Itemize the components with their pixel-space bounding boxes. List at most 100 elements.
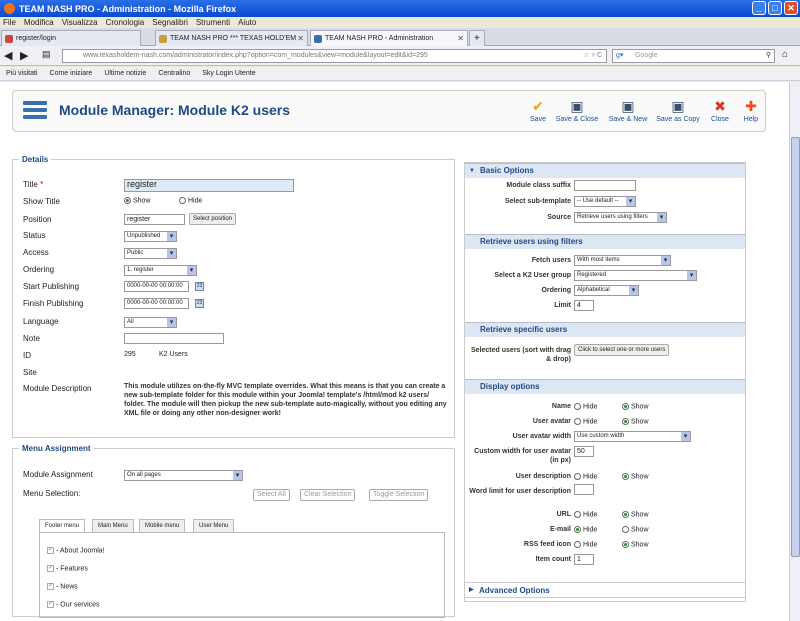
name-show-radio[interactable]: Show (622, 403, 649, 410)
menu-visualizza[interactable]: Visualizza (62, 18, 98, 27)
menu-aiuto[interactable]: Aiuto (238, 18, 256, 27)
rss-hide-radio[interactable]: Hide (574, 541, 597, 548)
scrollbar-thumb[interactable] (791, 137, 800, 557)
bookmark-sky-login[interactable]: Sky Login Utente (202, 70, 255, 77)
status-select[interactable]: Unpublished (124, 231, 177, 242)
bookmark-ultime-notizie[interactable]: Ultime notizie (104, 70, 146, 77)
new-tab-button[interactable]: + (469, 30, 485, 46)
save-close-button[interactable]: ▣ Save & Close (552, 95, 602, 123)
tab-administration[interactable]: TEAM NASH PRO - Administration ✕ (310, 30, 468, 46)
description-hide-radio[interactable]: Hide (574, 473, 597, 480)
clear-selection-button[interactable]: Clear Selection (300, 489, 356, 501)
position-input[interactable]: register (124, 214, 185, 225)
tab-footer-menu[interactable]: Footer menu (39, 519, 86, 533)
vertical-scrollbar[interactable] (789, 82, 800, 621)
toggle-selection-button[interactable]: Toggle Selection (369, 489, 429, 501)
advanced-options-header[interactable]: ▶ Advanced Options (464, 582, 746, 598)
select-all-button[interactable]: Select All (253, 489, 290, 501)
custom-width-input[interactable]: 50 (574, 446, 594, 457)
menu-cronologia[interactable]: Cronologia (106, 18, 145, 27)
minimize-button[interactable]: _ (752, 1, 766, 15)
menu-modifica[interactable]: Modifica (24, 18, 54, 27)
url-show-radio[interactable]: Show (622, 511, 649, 518)
bookmark-star-icon[interactable]: ☆ ▿ C (583, 50, 602, 62)
bookmark-centralino[interactable]: Centralino (158, 70, 190, 77)
avatar-width-select[interactable]: Use custom width (574, 431, 691, 442)
lifebuoy-icon: ✚ (745, 98, 757, 114)
home-icon[interactable]: ⌂ (782, 49, 788, 60)
forward-icon[interactable]: ▶ (20, 49, 28, 62)
select-users-button[interactable]: Click to select one or more users (574, 344, 670, 356)
menu-item-news[interactable]: ✓ - News (47, 583, 78, 590)
firefox-icon (4, 3, 15, 14)
rss-show-radio[interactable]: Show (622, 541, 649, 548)
disk-copy-icon: ▣ (671, 98, 685, 114)
tab-mobile-menu[interactable]: Mobile menu (139, 519, 186, 533)
save-close-label: Save & Close (555, 116, 599, 123)
select-position-button[interactable]: Select position (189, 213, 237, 225)
subtemplate-select[interactable]: -- Use default -- (574, 196, 636, 207)
finish-publishing-input[interactable]: 0000-00-00 00:00:00 (124, 298, 189, 309)
options-panel: ▼ Basic Options Module class suffix Selec… (464, 162, 746, 602)
close-window-button[interactable]: ✕ (784, 1, 798, 15)
word-limit-input[interactable] (574, 484, 594, 495)
limit-input[interactable]: 4 (574, 300, 594, 311)
show-title-show-radio[interactable]: Show (124, 197, 151, 204)
access-select[interactable]: Public (124, 248, 177, 259)
menu-segnalibri[interactable]: Segnalibri (152, 18, 188, 27)
start-publishing-input[interactable]: 0000-00-00 00:00:00 (124, 281, 189, 292)
menu-file[interactable]: File (3, 18, 16, 27)
name-hide-radio[interactable]: Hide (574, 403, 597, 410)
collapse-icon: ▼ (469, 168, 475, 174)
url-hide-radio[interactable]: Hide (574, 511, 597, 518)
tab-main-menu[interactable]: Main Menu (92, 519, 134, 533)
save-new-button[interactable]: ▣ Save & New (603, 95, 653, 123)
menu-strumenti[interactable]: Strumenti (196, 18, 230, 27)
help-label: Help (743, 116, 759, 123)
search-icon[interactable]: ⚲ (766, 50, 771, 62)
menu-item-features[interactable]: ✓ - Features (47, 565, 88, 572)
item-count-input[interactable]: 1 (574, 554, 594, 565)
calendar-icon[interactable]: 23 (195, 282, 204, 291)
language-select[interactable]: All (124, 317, 177, 328)
class-suffix-input[interactable] (574, 180, 636, 191)
search-bar[interactable]: Google g▾ ⚲ (612, 49, 775, 63)
url-bar[interactable]: www.texasholdem-nash.com/administrator/i… (62, 49, 607, 63)
user-group-select[interactable]: Registered (574, 270, 697, 281)
save-new-label: Save & New (608, 116, 648, 123)
calendar-icon[interactable]: 23 (195, 299, 204, 308)
bookmark-come-iniziare[interactable]: Come iniziare (50, 70, 93, 77)
email-hide-radio[interactable]: Hide (574, 526, 597, 533)
module-assignment-select[interactable]: On all pages (124, 470, 243, 481)
email-show-radio[interactable]: Show (622, 526, 649, 533)
save-label: Save (530, 116, 546, 123)
close-tab-icon[interactable]: ✕ (297, 34, 304, 43)
id-label: ID (23, 351, 31, 360)
class-suffix-label: Module class suffix (506, 182, 571, 189)
custom-width-label: Custom width for user avatar (in px) (474, 448, 571, 464)
site-identity-icon[interactable]: ▤ (42, 49, 51, 60)
fetch-users-select[interactable]: With most items (574, 255, 671, 266)
tab-texas-holdem[interactable]: TEAM NASH PRO *** TEXAS HOLD'EM ✕ (155, 30, 308, 46)
menu-item-about[interactable]: ✓ - About Joomla! (47, 547, 105, 554)
ordering-select[interactable]: 1. register (124, 265, 197, 276)
source-select[interactable]: Retrieve users using filters (574, 212, 667, 223)
title-input[interactable]: register (124, 179, 294, 192)
show-title-hide-radio[interactable]: Hide (179, 197, 202, 204)
expand-icon: ▶ (469, 587, 474, 593)
close-tab-icon[interactable]: ✕ (457, 34, 464, 43)
tab-user-menu[interactable]: User Menu (193, 519, 235, 533)
note-label: Note (23, 334, 40, 343)
avatar-show-radio[interactable]: Show (622, 418, 649, 425)
description-show-radio[interactable]: Show (622, 473, 649, 480)
note-input[interactable] (124, 333, 224, 344)
bookmark-piu-visitati[interactable]: Più visitati (6, 70, 38, 77)
help-button[interactable]: ✚ Help (726, 95, 776, 123)
avatar-hide-radio[interactable]: Hide (574, 418, 597, 425)
tab-register-login[interactable]: register/login (1, 30, 141, 46)
back-icon[interactable]: ◀ (4, 49, 12, 62)
ordering-filter-select[interactable]: Alphabetical (574, 285, 639, 296)
basic-options-header[interactable]: ▼ Basic Options (465, 163, 745, 178)
menu-item-services[interactable]: ✓ - Our services (47, 601, 100, 608)
maximize-button[interactable]: □ (768, 1, 782, 15)
